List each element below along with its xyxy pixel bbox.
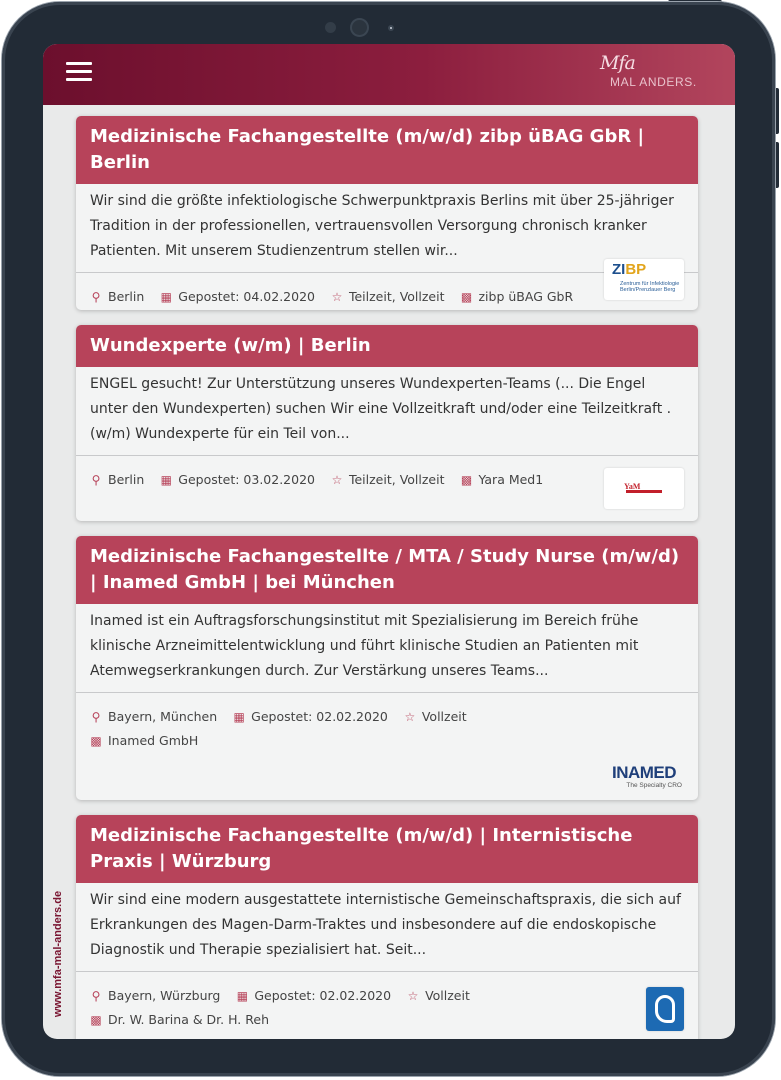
- stomach-icon: [655, 995, 675, 1023]
- app-header: Mfa MAL ANDERS.: [43, 44, 735, 105]
- front-camera: [350, 18, 369, 37]
- logo-script: Mfa: [600, 52, 636, 74]
- side-url: www.mfa-mal-anders.de: [52, 890, 64, 1018]
- job-company: ▩ Yara Med1: [460, 468, 543, 492]
- hamburger-menu-icon[interactable]: [66, 62, 92, 82]
- job-posted-date: ▦ Gepostet: 02.02.2020: [233, 705, 387, 729]
- logo-text: MAL ANDERS.: [610, 75, 697, 89]
- job-description: Wir sind eine modern ausgestattete inter…: [76, 883, 698, 972]
- job-type: ☆ Teilzeit, Vollzeit: [331, 285, 445, 309]
- job-card[interactable]: Medizinische Fachangestellte / MTA / Stu…: [76, 536, 698, 800]
- job-location: ⚲ Bayern, München: [90, 705, 218, 729]
- star-outline-icon: ☆: [331, 473, 343, 487]
- job-meta: ⚲ Bayern, Würzburg ▦ Gepostet: 02.02.2020 …: [76, 972, 698, 1032]
- building-icon: ▩: [460, 290, 473, 304]
- job-title[interactable]: Medizinische Fachangestellte / MTA / Stu…: [76, 536, 698, 604]
- map-pin-icon: ⚲: [91, 290, 101, 304]
- map-pin-icon: ⚲: [91, 989, 101, 1003]
- light-sensor: [388, 25, 394, 31]
- job-title[interactable]: Medizinische Fachangestellte (m/w/d) zib…: [76, 116, 698, 184]
- job-card[interactable]: Wundexperte (w/m) | Berlin ENGEL gesucht…: [76, 325, 698, 521]
- job-type: ☆ Vollzeit: [404, 705, 466, 729]
- map-pin-icon: ⚲: [91, 710, 101, 724]
- job-type: ☆ Vollzeit: [407, 984, 470, 1008]
- job-location: ⚲ Bayern, Würzburg: [90, 984, 221, 1008]
- map-pin-icon: ⚲: [91, 473, 101, 487]
- star-outline-icon: ☆: [331, 290, 343, 304]
- company-logo-barina-reh[interactable]: [646, 987, 684, 1031]
- star-outline-icon: ☆: [407, 989, 419, 1003]
- job-title[interactable]: Wundexperte (w/m) | Berlin: [76, 325, 698, 367]
- building-icon: ▩: [460, 473, 473, 487]
- sensor-dot: [325, 22, 336, 33]
- job-location: ⚲ Berlin: [90, 468, 145, 492]
- calendar-icon: ▦: [236, 989, 249, 1003]
- job-card[interactable]: Medizinische Fachangestellte (m/w/d) | I…: [76, 815, 698, 1039]
- job-posted-date: ▦ Gepostet: 03.02.2020: [160, 468, 315, 492]
- job-description: ENGEL gesucht! Zur Unterstützung unseres…: [76, 367, 698, 456]
- job-posted-date: ▦ Gepostet: 02.02.2020: [236, 984, 391, 1008]
- site-logo[interactable]: Mfa MAL ANDERS.: [592, 52, 702, 96]
- job-type: ☆ Teilzeit, Vollzeit: [331, 468, 445, 492]
- job-description: Inamed ist ein Auftragsforschungsinstitu…: [76, 604, 698, 693]
- calendar-icon: ▦: [160, 473, 172, 487]
- calendar-icon: ▦: [233, 710, 245, 724]
- job-location: ⚲ Berlin: [90, 285, 145, 309]
- job-company: ▩ Inamed GmbH: [90, 729, 198, 753]
- job-title[interactable]: Medizinische Fachangestellte (m/w/d) | I…: [76, 815, 698, 883]
- job-posted-date: ▦ Gepostet: 04.02.2020: [160, 285, 315, 309]
- building-icon: ▩: [90, 1013, 102, 1027]
- calendar-icon: ▦: [160, 290, 172, 304]
- company-logo-yara[interactable]: YaM: [604, 468, 684, 509]
- screen: Mfa MAL ANDERS. Medizinische Fachangeste…: [43, 44, 735, 1039]
- company-logo-zibp[interactable]: ZIBP Zentrum für Infektiologie Berlin/Pr…: [604, 259, 684, 300]
- job-company: ▩ zibp üBAG GbR: [460, 285, 573, 309]
- star-outline-icon: ☆: [404, 710, 416, 724]
- job-meta: ⚲ Bayern, München ▦ Gepostet: 02.02.2020 ☆…: [76, 693, 698, 753]
- building-icon: ▩: [90, 734, 102, 748]
- company-logo-inamed[interactable]: INAMED The Specialty CRO: [604, 760, 684, 794]
- job-company: ▩ Dr. W. Barina & Dr. H. Reh: [90, 1008, 269, 1032]
- job-card[interactable]: Medizinische Fachangestellte (m/w/d) zib…: [76, 116, 698, 310]
